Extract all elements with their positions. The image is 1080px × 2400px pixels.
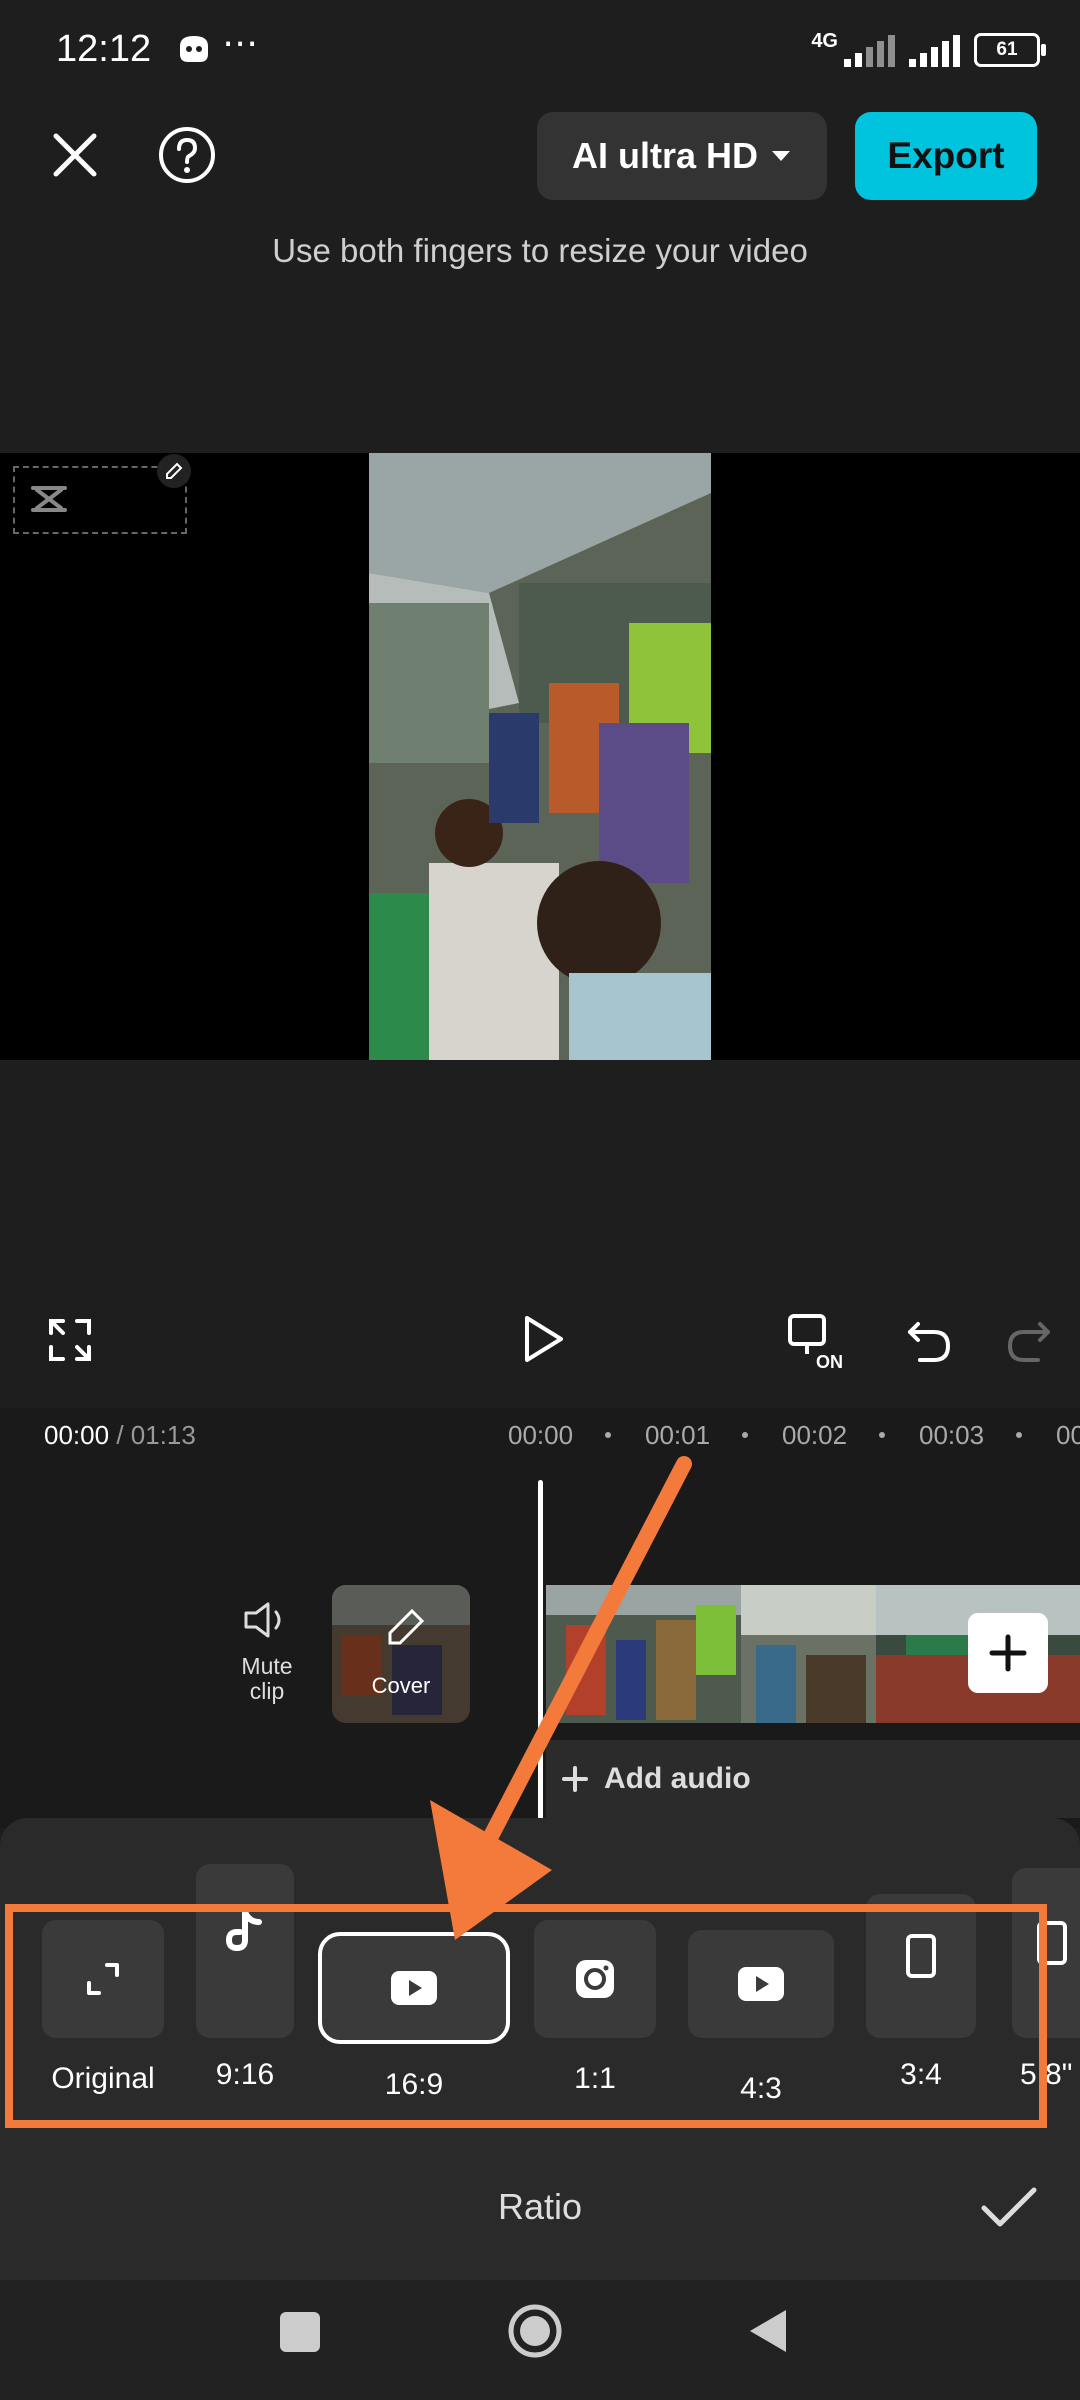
back-icon[interactable] <box>748 2308 788 2359</box>
panel-title: Ratio <box>497 2186 583 2227</box>
confirm-icon[interactable] <box>980 2186 1038 2235</box>
home-icon[interactable] <box>506 2302 564 2365</box>
annotation-arrow-icon <box>430 1456 692 1940</box>
recents-icon[interactable] <box>280 2312 320 2352</box>
